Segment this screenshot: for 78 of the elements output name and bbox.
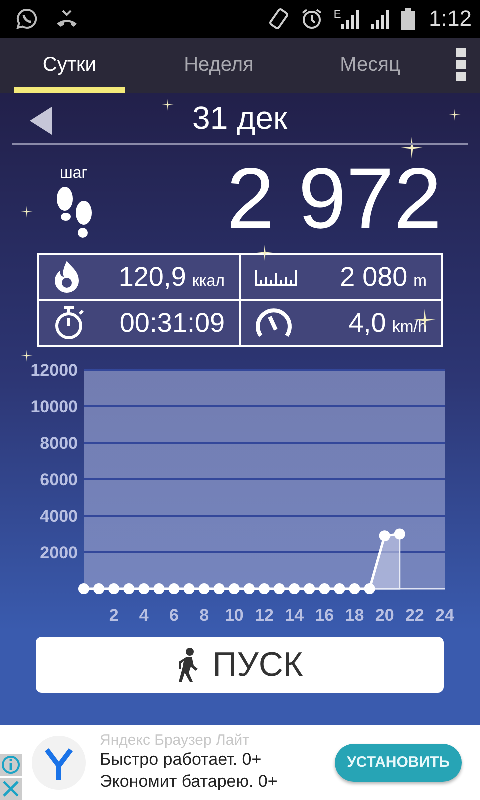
- y-axis-label: 4000: [40, 507, 78, 526]
- walking-person-icon: [176, 648, 199, 682]
- data-point: [94, 584, 105, 594]
- data-point: [274, 584, 286, 594]
- data-point: [304, 584, 316, 594]
- sparkle-icon: [449, 109, 461, 121]
- data-point: [138, 584, 150, 594]
- x-axis-label: 20: [375, 606, 394, 621]
- alarm-icon: [300, 7, 324, 31]
- x-axis-label: 10: [224, 606, 244, 621]
- signal-icon: [339, 9, 360, 29]
- battery-icon: [401, 8, 416, 30]
- data-point: [394, 528, 406, 540]
- vibrate-icon: [268, 7, 290, 31]
- data-point: [379, 530, 390, 542]
- speedometer-icon: [255, 308, 293, 338]
- sparkle-icon: [257, 245, 273, 261]
- data-point: [319, 584, 330, 594]
- stopwatch-icon: [53, 306, 85, 340]
- data-point: [168, 584, 180, 594]
- signal-icon: [369, 9, 392, 29]
- flame-icon: [53, 261, 81, 293]
- ad-text: Экономит батарею. 0+: [100, 771, 279, 793]
- sparkle-icon: [162, 99, 174, 111]
- sparkle-icon: [401, 137, 423, 159]
- stat-unit: ккал: [192, 272, 225, 290]
- data-point: [334, 584, 346, 594]
- y-axis-label: 6000: [40, 470, 78, 490]
- data-point: [108, 584, 120, 594]
- x-axis-label: 6: [170, 606, 179, 621]
- data-point: [214, 584, 225, 594]
- stat-value: 00:31:09: [120, 308, 225, 338]
- ad-text: Быстро работает. 0+: [100, 749, 263, 771]
- clock-time: 1:12: [429, 6, 472, 32]
- x-axis-label: 16: [315, 606, 334, 621]
- y-axis-label: 10000: [30, 398, 78, 416]
- steps-label: шаг: [60, 165, 88, 183]
- sparkle-icon: [21, 350, 33, 362]
- data-point: [228, 584, 240, 594]
- back-arrow-icon[interactable]: [30, 107, 52, 135]
- data-point: [244, 584, 255, 594]
- stat-unit: m: [414, 272, 427, 290]
- app-logo: [32, 736, 86, 790]
- date-title: 31 дек: [192, 100, 288, 136]
- stat-value: 2 080: [340, 262, 408, 292]
- x-axis-label: 18: [345, 606, 364, 621]
- y-axis-label: 2000: [40, 544, 78, 562]
- ruler-icon: [255, 268, 297, 286]
- x-axis-label: 24: [436, 606, 454, 621]
- network-type-label: E: [334, 9, 342, 21]
- data-point: [124, 584, 135, 594]
- data-point: [349, 584, 360, 594]
- start-button[interactable]: ПУСК: [36, 637, 444, 693]
- data-point: [289, 584, 300, 594]
- data-point: [364, 584, 376, 594]
- data-point: [259, 584, 270, 594]
- tab[interactable]: Неделя: [163, 38, 275, 93]
- stat-value: 4,0: [348, 308, 386, 338]
- x-axis-label: 14: [285, 606, 304, 621]
- data-point: [198, 584, 210, 594]
- sparkle-icon: [21, 206, 33, 218]
- step-count: 2 972: [226, 156, 442, 242]
- data-point: [154, 584, 165, 594]
- x-axis-label: 2: [109, 606, 119, 621]
- missed-call-icon: [56, 8, 78, 30]
- data-point: [184, 584, 195, 594]
- menu-icon[interactable]: [456, 48, 466, 82]
- chat-icon: [16, 8, 38, 30]
- x-axis-label: 22: [405, 606, 424, 621]
- x-axis-label: 8: [200, 606, 210, 621]
- y-axis-label: 8000: [40, 434, 78, 453]
- tab[interactable]: Месяц: [314, 38, 426, 93]
- x-axis-label: 4: [139, 606, 149, 621]
- stat-value: 120,9: [118, 262, 186, 292]
- stat-unit: km/h: [392, 318, 427, 336]
- y-axis-label: 12000: [30, 361, 78, 380]
- data-point: [78, 584, 90, 594]
- x-axis-label: 12: [255, 606, 274, 621]
